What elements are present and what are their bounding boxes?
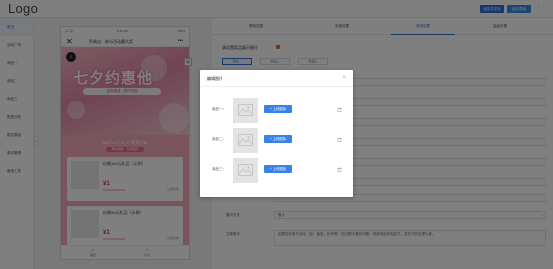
image-row-label: 商品一： <box>212 107 226 111</box>
modal-header: 编辑图片 × <box>200 70 353 87</box>
modal-title: 编辑图片 <box>207 76 223 81</box>
upload-button-label: 上传图标 <box>272 107 287 111</box>
close-icon[interactable]: × <box>342 74 346 82</box>
image-row: 商品一： + 上传图标 <box>200 97 353 123</box>
upload-button-label: 上传图标 <box>272 137 287 141</box>
image-row: 商品三： + 上传图标 <box>200 157 353 183</box>
image-row-label: 商品二： <box>212 137 226 141</box>
image-icon <box>238 104 253 116</box>
upload-button[interactable]: + 上传图标 <box>264 105 292 113</box>
edit-image-modal: 编辑图片 × 商品一： + 上传图标 商品二： + 上传图标 商品三： + 上传… <box>200 70 353 197</box>
image-icon <box>238 164 253 176</box>
delete-icon[interactable] <box>337 137 342 142</box>
delete-icon[interactable] <box>337 167 342 172</box>
image-icon <box>238 134 253 146</box>
image-row-label: 商品三： <box>212 167 226 171</box>
delete-icon[interactable] <box>337 107 342 112</box>
image-placeholder <box>233 158 258 183</box>
image-placeholder <box>233 128 258 153</box>
upload-button[interactable]: + 上传图标 <box>264 135 292 143</box>
image-row: 商品二： + 上传图标 <box>200 127 353 153</box>
upload-button[interactable]: + 上传图标 <box>264 165 292 173</box>
image-placeholder <box>233 98 258 123</box>
upload-button-label: 上传图标 <box>272 167 287 171</box>
